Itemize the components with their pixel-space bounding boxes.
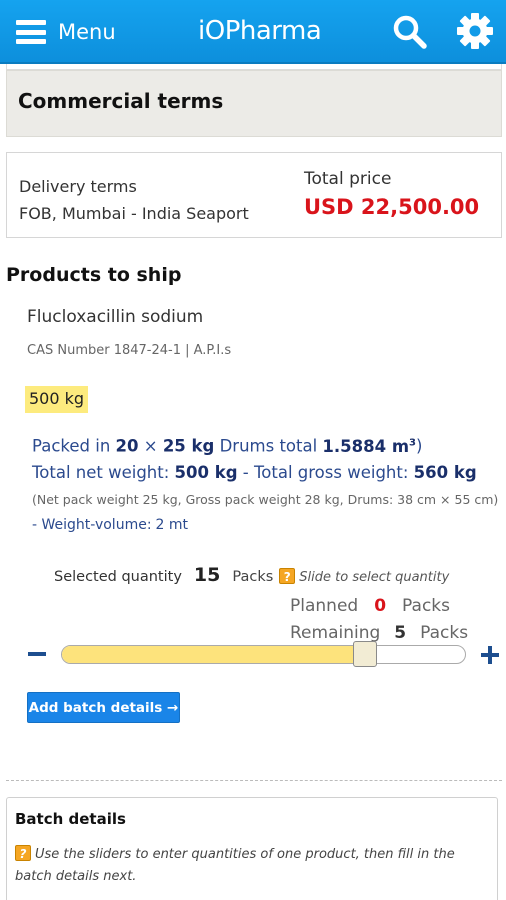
planned-unit: Packs <box>402 596 451 616</box>
pack-details-note: (Net pack weight 25 kg, Gross pack weigh… <box>32 487 502 538</box>
delivery-terms-label: Delivery terms <box>19 177 137 196</box>
search-icon <box>393 15 427 49</box>
packed-close: ) <box>416 436 423 456</box>
remaining-value: 5 <box>394 623 407 643</box>
batch-note-text: Use the sliders to enter quantities of o… <box>15 847 455 884</box>
settings-button[interactable] <box>456 12 494 50</box>
times-sign: × <box>143 436 158 456</box>
batch-details-panel: Batch details ? Use the sliders to enter … <box>6 797 498 900</box>
help-icon[interactable]: ? <box>15 845 31 861</box>
total-price: Total price USD 22,500.00 <box>304 169 479 219</box>
commercial-terms-header: Commercial terms <box>6 70 502 137</box>
delivery-terms-value: FOB, Mumbai - India Seaport <box>19 204 249 223</box>
product-name: Flucloxacillin sodium <box>27 307 204 327</box>
pack-count: 20 <box>115 436 139 456</box>
weight-volume-label: - Weight-volume: <box>32 517 152 533</box>
quantity-slider[interactable] <box>61 645 466 664</box>
selected-quantity-row: Selected quantity 15 Packs ? Slide to se… <box>54 564 449 586</box>
total-price-label: Total price <box>304 169 392 189</box>
hamburger-icon <box>16 20 46 44</box>
decrease-quantity-button[interactable] <box>26 644 48 664</box>
planned-row: Planned 0 Packs <box>290 596 450 616</box>
container-type: Drums total <box>219 436 318 456</box>
brand-logo: iOPharma <box>198 16 322 46</box>
packed-prefix: Packed in <box>32 436 111 456</box>
total-price-value: USD 22,500.00 <box>304 195 480 219</box>
pack-unit-weight: 25 kg <box>162 436 215 456</box>
menu-button[interactable]: Menu <box>16 16 116 48</box>
search-button[interactable] <box>392 14 428 50</box>
batch-details-note: ? Use the sliders to enter quantities of … <box>15 844 485 888</box>
selected-quantity-value: 15 <box>193 564 221 586</box>
add-batch-details-button[interactable]: Add batch details → <box>27 692 180 723</box>
net-weight-value: 500 kg <box>174 462 238 482</box>
slider-hint: Slide to select quantity <box>299 570 450 585</box>
batch-details-title: Batch details <box>15 810 126 828</box>
remaining-label: Remaining <box>290 623 381 643</box>
cas-number: CAS Number 1847-24-1 | A.P.I.s <box>27 343 232 358</box>
net-weight-label: Total net weight: <box>32 462 170 482</box>
increase-quantity-button[interactable] <box>479 644 501 666</box>
pack-volume: 1.5884 m <box>322 436 410 456</box>
quantity-tag: 500 kg <box>25 386 89 413</box>
section-divider <box>6 780 502 781</box>
selected-quantity-label: Selected quantity <box>54 569 182 585</box>
planned-value: 0 <box>374 596 387 616</box>
slider-fill <box>62 646 366 663</box>
remaining-unit: Packs <box>420 623 469 643</box>
top-bar: Menu iOPharma <box>0 0 506 64</box>
terms-box: Delivery terms FOB, Mumbai - India Seapo… <box>6 152 502 238</box>
pack-note-text: (Net pack weight 25 kg, Gross pack weigh… <box>32 492 499 507</box>
slider-handle[interactable] <box>353 641 377 667</box>
gear-icon <box>457 13 493 49</box>
packing-info: Packed in 20 × 25 kg Drums total 1.5884 … <box>32 430 477 486</box>
volume-exponent: 3 <box>409 437 416 448</box>
planned-label: Planned <box>290 596 359 616</box>
weight-volume-value: 2 mt <box>155 517 189 533</box>
weight-line: Total net weight: 500 kg - Total gross w… <box>32 460 477 486</box>
products-to-ship-title: Products to ship <box>6 264 182 286</box>
help-icon[interactable]: ? <box>279 568 296 584</box>
remaining-row: Remaining 5 Packs <box>290 623 468 643</box>
packing-line: Packed in 20 × 25 kg Drums total 1.5884 … <box>32 430 477 460</box>
weight-separator: - <box>242 462 249 482</box>
gross-weight-value: 560 kg <box>413 462 477 482</box>
selected-quantity-unit: Packs <box>232 569 274 585</box>
delivery-terms: Delivery terms FOB, Mumbai - India Seapo… <box>19 173 249 227</box>
gross-weight-label: Total gross weight: <box>254 462 409 482</box>
commercial-terms-title: Commercial terms <box>18 89 224 113</box>
menu-label: Menu <box>58 20 116 44</box>
